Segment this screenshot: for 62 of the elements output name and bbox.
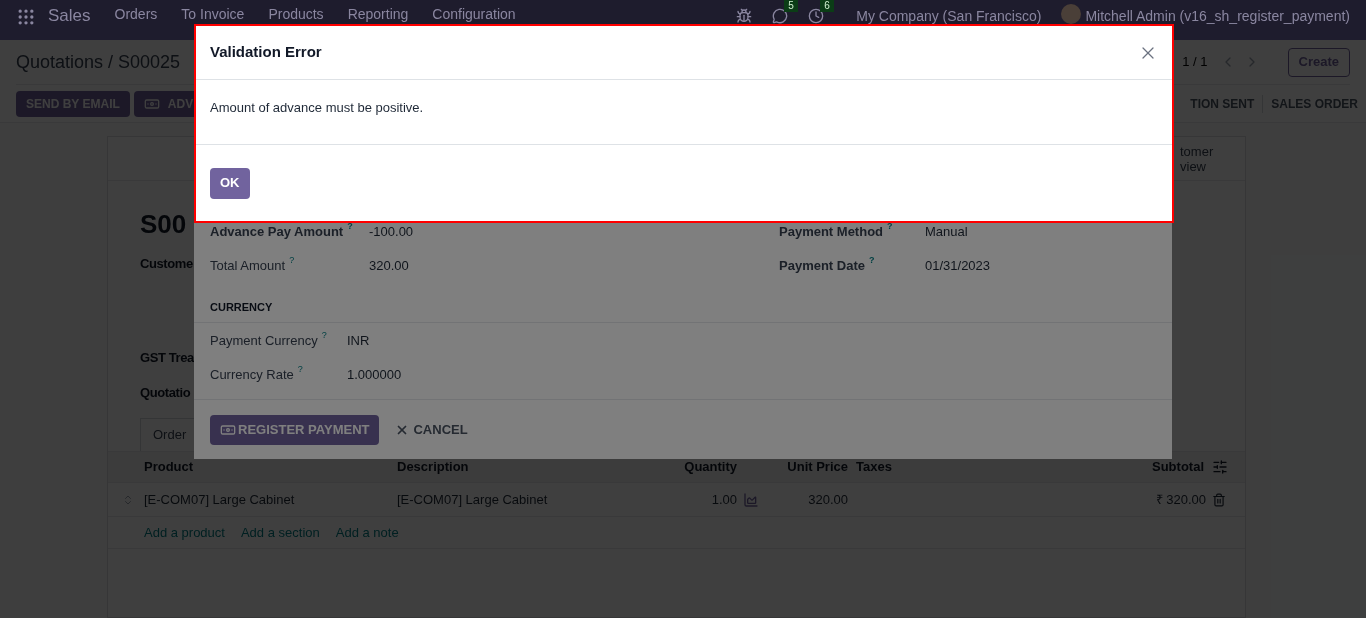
field-label: Currency Rate [210, 366, 294, 385]
avatar-icon[interactable] [1061, 4, 1082, 24]
table-cell-text: 1.00 [710, 490, 737, 509]
help-mark[interactable]: ? [347, 222, 353, 232]
help-mark[interactable]: ? [869, 256, 875, 266]
form-label: Quotatio [140, 385, 191, 400]
add-line-link[interactable]: Add a note [335, 522, 399, 543]
pager-value[interactable]: 1 / 1 [1182, 52, 1208, 72]
field-value[interactable]: INR [347, 331, 370, 351]
cancel-button[interactable]: CANCEL [395, 414, 468, 445]
error-message: Amount of advance must be positive. [210, 99, 425, 117]
table-cell-text: 320.00 [807, 490, 848, 509]
form-label: Custome [140, 256, 193, 271]
register-payment-button[interactable]: REGISTER PAYMENT [210, 414, 380, 445]
delete-icon[interactable] [1212, 492, 1226, 507]
forecast-chart-icon[interactable] [743, 491, 759, 508]
message-count-badge: 5 [784, 0, 798, 12]
help-mark[interactable]: ? [321, 331, 327, 341]
settings-icon[interactable] [1212, 459, 1228, 475]
column-header[interactable]: Product [144, 457, 397, 477]
field-label: Payment Currency [210, 332, 318, 351]
company-name[interactable]: My Company (San Francisco) [856, 8, 1042, 23]
activity-count-badge: 6 [820, 0, 834, 12]
column-header[interactable]: Unit Price [737, 457, 848, 477]
field-value[interactable]: 1.000000 [347, 365, 402, 385]
field-value[interactable]: Manual [925, 222, 968, 242]
field-label: Payment Date [779, 257, 865, 276]
add-line-link[interactable]: Add a section [240, 522, 320, 543]
user-name[interactable]: Mitchell Admin (v16_sh_register_payment) [1085, 8, 1350, 23]
column-header[interactable]: Subtotal [916, 457, 1204, 477]
ok-button[interactable]: OK [210, 167, 250, 199]
menu-item[interactable]: Reporting [347, 7, 409, 21]
app-name[interactable]: Sales [48, 7, 91, 24]
record-title: S00 [140, 209, 187, 239]
table-cell-text: [E-COM07] Large Cabinet [144, 490, 296, 509]
table-cell-text: ₹ 320.00 [1154, 490, 1206, 509]
table-cell-text: [E-COM07] Large Cabinet [397, 490, 549, 509]
dialog-title: Validation Error [210, 42, 322, 63]
help-mark[interactable]: ? [887, 222, 893, 232]
field-value[interactable]: 01/31/2023 [925, 256, 991, 276]
add-line-link[interactable]: Add a product [144, 522, 225, 543]
menu-item[interactable]: Products [268, 7, 324, 21]
section-heading: CURRENCY [210, 301, 273, 314]
field-label: Advance Pay Amount [210, 223, 344, 242]
field-label: Total Amount [210, 257, 286, 276]
help-mark[interactable]: ? [289, 256, 295, 266]
menu-item[interactable]: To Invoice [181, 7, 245, 21]
field-label: Payment Method [779, 223, 883, 242]
column-header[interactable]: Description [397, 457, 647, 477]
clock-icon[interactable] [808, 7, 825, 24]
column-header[interactable]: Taxes [856, 457, 916, 477]
menu-item[interactable]: Configuration [432, 7, 516, 21]
apps-menu-icon[interactable] [16, 7, 36, 27]
form-label: GST Trea [140, 350, 194, 365]
drag-handle-icon[interactable] [122, 493, 134, 506]
column-header[interactable]: Quantity [647, 457, 737, 477]
field-value[interactable]: 320.00 [369, 256, 409, 276]
debug-icon[interactable] [736, 7, 753, 24]
menu-item[interactable]: Orders [114, 7, 158, 21]
field-value[interactable]: -100.00 [369, 222, 414, 242]
help-mark[interactable]: ? [297, 365, 303, 375]
chat-icon[interactable] [772, 7, 789, 24]
